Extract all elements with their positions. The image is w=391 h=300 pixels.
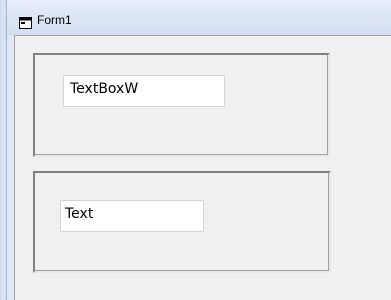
form-window-icon[interactable] (19, 14, 32, 29)
group-panel-bottom: Text (33, 171, 331, 273)
text-box-bottom[interactable]: Text (60, 200, 204, 232)
form-window: Form1 TextBoxW Text (0, 0, 391, 300)
group-panel-top: TextBoxW (33, 53, 330, 157)
title-bar[interactable]: Form1 (7, 0, 391, 35)
window-title: Form1 (37, 13, 72, 27)
window-left-border[interactable] (0, 0, 7, 300)
text-box-top[interactable]: TextBoxW (63, 75, 225, 107)
form-client-area: TextBoxW Text (14, 35, 391, 300)
